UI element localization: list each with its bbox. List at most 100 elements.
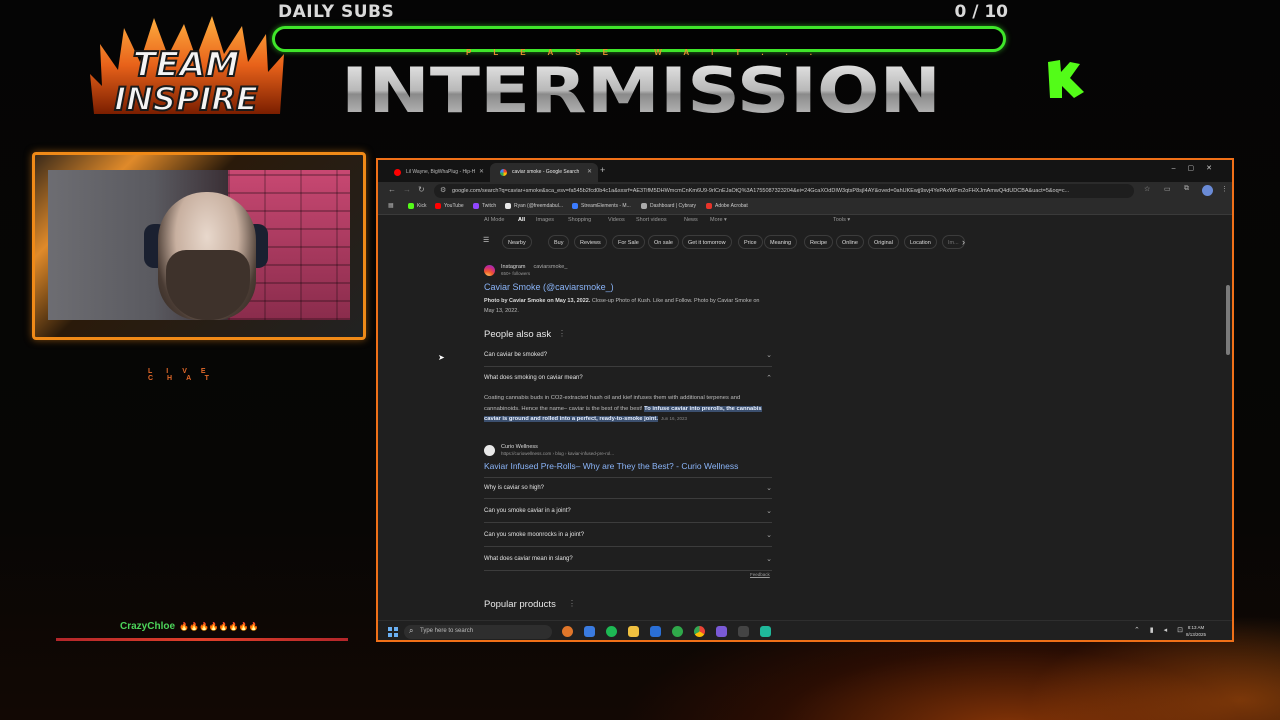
paa-question[interactable]: Can caviar be smoked? ⌄ (484, 345, 772, 367)
youtube-icon (394, 169, 401, 176)
chevron-right-icon[interactable]: › (962, 237, 965, 247)
browser-tabbar: Lil Wayne, BigWhaPlug - Hip-H ✕ caviar s… (378, 160, 1232, 182)
chevron-down-icon: ⌄ (766, 508, 772, 515)
bookmark-twitch[interactable]: Twitch (473, 203, 496, 209)
chip-get-it-tomorrow[interactable]: Get it tomorrow (682, 235, 732, 249)
bookmark-star-icon[interactable]: ☆ (1144, 185, 1150, 193)
answer-date: Jun 16, 2023 (660, 416, 687, 421)
bookmark-kick[interactable]: Kick (408, 203, 426, 209)
windows-start-icon[interactable] (388, 627, 398, 637)
taskbar-search[interactable]: ⌕ Type here to search (404, 625, 552, 639)
address-bar-row: ← → ↻ ⚙ google.com/search?q=caviar+smoke… (378, 182, 1232, 200)
tab-google-search[interactable]: caviar smoke - Google Search ✕ (490, 163, 598, 182)
window-controls[interactable]: –▢✕ (1172, 164, 1224, 172)
tab-shopping[interactable]: Shopping (568, 217, 591, 223)
feedback-link[interactable]: Feedback (750, 572, 770, 577)
result-title-link[interactable]: Caviar Smoke (@caviarsmoke_) (484, 282, 614, 292)
bookmark-ryan[interactable]: Ryan (@freemdabul... (505, 203, 563, 209)
chip-reviews[interactable]: Reviews (574, 235, 607, 249)
outlook-icon[interactable] (650, 626, 661, 637)
chevron-down-icon: ⌄ (766, 485, 772, 492)
bookmark-cybrary[interactable]: Dashboard | Cybrary (641, 203, 696, 209)
chip-online[interactable]: Online (836, 235, 864, 249)
scrollbar[interactable] (1226, 285, 1230, 355)
chip-meaning[interactable]: Meaning (764, 235, 798, 249)
chip-price[interactable]: Price (738, 235, 763, 249)
tab-title: caviar smoke - Google Search (512, 169, 580, 175)
file-explorer-icon[interactable] (628, 626, 639, 637)
tab-news[interactable]: News (684, 217, 698, 223)
profile-avatar[interactable] (1202, 185, 1213, 196)
tools-button[interactable]: Tools ▾ (833, 217, 850, 223)
reload-icon[interactable]: ↻ (418, 185, 425, 194)
filter-chips: ☰ Nearby Buy Reviews For Sale On sale Ge… (478, 235, 978, 251)
acrobat-icon (706, 203, 712, 209)
back-icon[interactable]: ← (388, 185, 396, 194)
result-snippet: Photo by Caviar Smoke on May 13, 2022. C… (484, 298, 760, 314)
tab-videos[interactable]: Videos (608, 217, 625, 223)
bookmark-youtube[interactable]: YouTube (435, 203, 464, 209)
tab-title: Lil Wayne, BigWhaPlug - Hip-H (406, 169, 476, 175)
filter-icon[interactable]: ☰ (478, 235, 494, 249)
team-inspire-logo: TEAM INSPIRE (84, 14, 288, 126)
paa-question[interactable]: What does caviar mean in slang? ⌄ (484, 549, 772, 571)
apps-grid-icon[interactable]: ▦ (388, 202, 394, 209)
bookmarks-bar: ▦ Kick YouTube Twitch Ryan (@freemdabul.… (378, 200, 1232, 215)
forward-icon[interactable]: → (403, 185, 411, 194)
tab-ai-mode[interactable]: AI Mode (484, 217, 504, 223)
chip-nearby[interactable]: Nearby (502, 235, 532, 249)
bookmark-acrobat[interactable]: Adobe Acrobat (706, 203, 748, 209)
more-options-icon[interactable]: ⋮ (558, 329, 566, 338)
bookmark-streamelements[interactable]: StreamElements - M... (572, 203, 631, 209)
app-icon[interactable] (760, 626, 771, 637)
tab-images[interactable]: Images (536, 217, 554, 223)
chip-original[interactable]: Original (868, 235, 899, 249)
kick-logo-icon (1044, 58, 1088, 100)
chrome-icon[interactable] (694, 626, 705, 637)
paa-answer: Coating cannabis buds in CO2-extracted h… (484, 395, 762, 422)
intermission-title: INTERMISSION (336, 54, 946, 127)
chat-message: CrazyChloe 🔥🔥🔥🔥🔥🔥🔥🔥 (120, 621, 259, 632)
app-icon[interactable] (584, 626, 595, 637)
intermission-title-text: INTERMISSION (341, 56, 941, 126)
chip-location[interactable]: Location (904, 235, 937, 249)
close-icon[interactable]: ✕ (479, 168, 484, 175)
result-source: Instagram caviarsmoke_ (501, 264, 568, 270)
menu-icon[interactable]: ⋮ (1221, 185, 1228, 193)
paa-question[interactable]: Can you smoke moonrocks in a joint? ⌄ (484, 525, 772, 547)
paa-question-expanded[interactable]: What does smoking on caviar mean? ⌃ (484, 368, 772, 390)
chip-on-sale[interactable]: On sale (648, 235, 679, 249)
answer-source: Curio Wellness (501, 444, 538, 450)
taskbar-clock[interactable]: 8:13 AM 8/13/2025 (1176, 624, 1216, 638)
spotify-icon[interactable] (606, 626, 617, 637)
cybrary-icon (641, 203, 647, 209)
app-icon[interactable] (738, 626, 749, 637)
chip-recipe[interactable]: Recipe (804, 235, 834, 249)
app-icon[interactable] (562, 626, 573, 637)
answer-url: https://curiowellness.com › blog › kavia… (501, 451, 615, 456)
google-icon (500, 169, 507, 176)
answer-title-link[interactable]: Kaviar Infused Pre-Rolls– Why are They t… (484, 461, 738, 471)
paa-question[interactable]: Can you smoke caviar in a joint? ⌄ (484, 501, 772, 523)
app-icon[interactable] (716, 626, 727, 637)
url-bar[interactable]: ⚙ google.com/search?q=caviar+smoke&sca_e… (434, 184, 1134, 198)
subs-count: 0 / 10 (954, 2, 1008, 22)
chip-for-sale[interactable]: For Sale (612, 235, 645, 249)
extensions-icon[interactable]: ⧉ (1184, 185, 1189, 193)
new-tab-icon[interactable]: + (600, 165, 605, 175)
windows-taskbar: ⌕ Type here to search ⌃ ▮ ◂ ⊡ 8:13 AM 8/… (378, 620, 1232, 640)
tab-youtube[interactable]: Lil Wayne, BigWhaPlug - Hip-H ✕ (384, 163, 490, 182)
chevron-down-icon: ⌄ (766, 352, 772, 359)
tab-more[interactable]: More ▾ (710, 217, 727, 223)
url-text: google.com/search?q=caviar+smoke&sca_esv… (452, 188, 1070, 194)
tab-short-videos[interactable]: Short videos (636, 217, 667, 223)
site-info-icon[interactable]: ⚙ (440, 186, 446, 194)
close-icon[interactable]: ✕ (587, 168, 592, 175)
more-options-icon[interactable]: ⋮ (568, 599, 576, 608)
paa-question[interactable]: Why is caviar so high? ⌄ (484, 477, 772, 499)
tab-all[interactable]: All (518, 217, 525, 223)
chip-buy[interactable]: Buy (548, 235, 570, 249)
xbox-icon[interactable] (672, 626, 683, 637)
cast-icon[interactable]: ▭ (1164, 185, 1171, 193)
svg-text:TEAM: TEAM (133, 45, 240, 85)
